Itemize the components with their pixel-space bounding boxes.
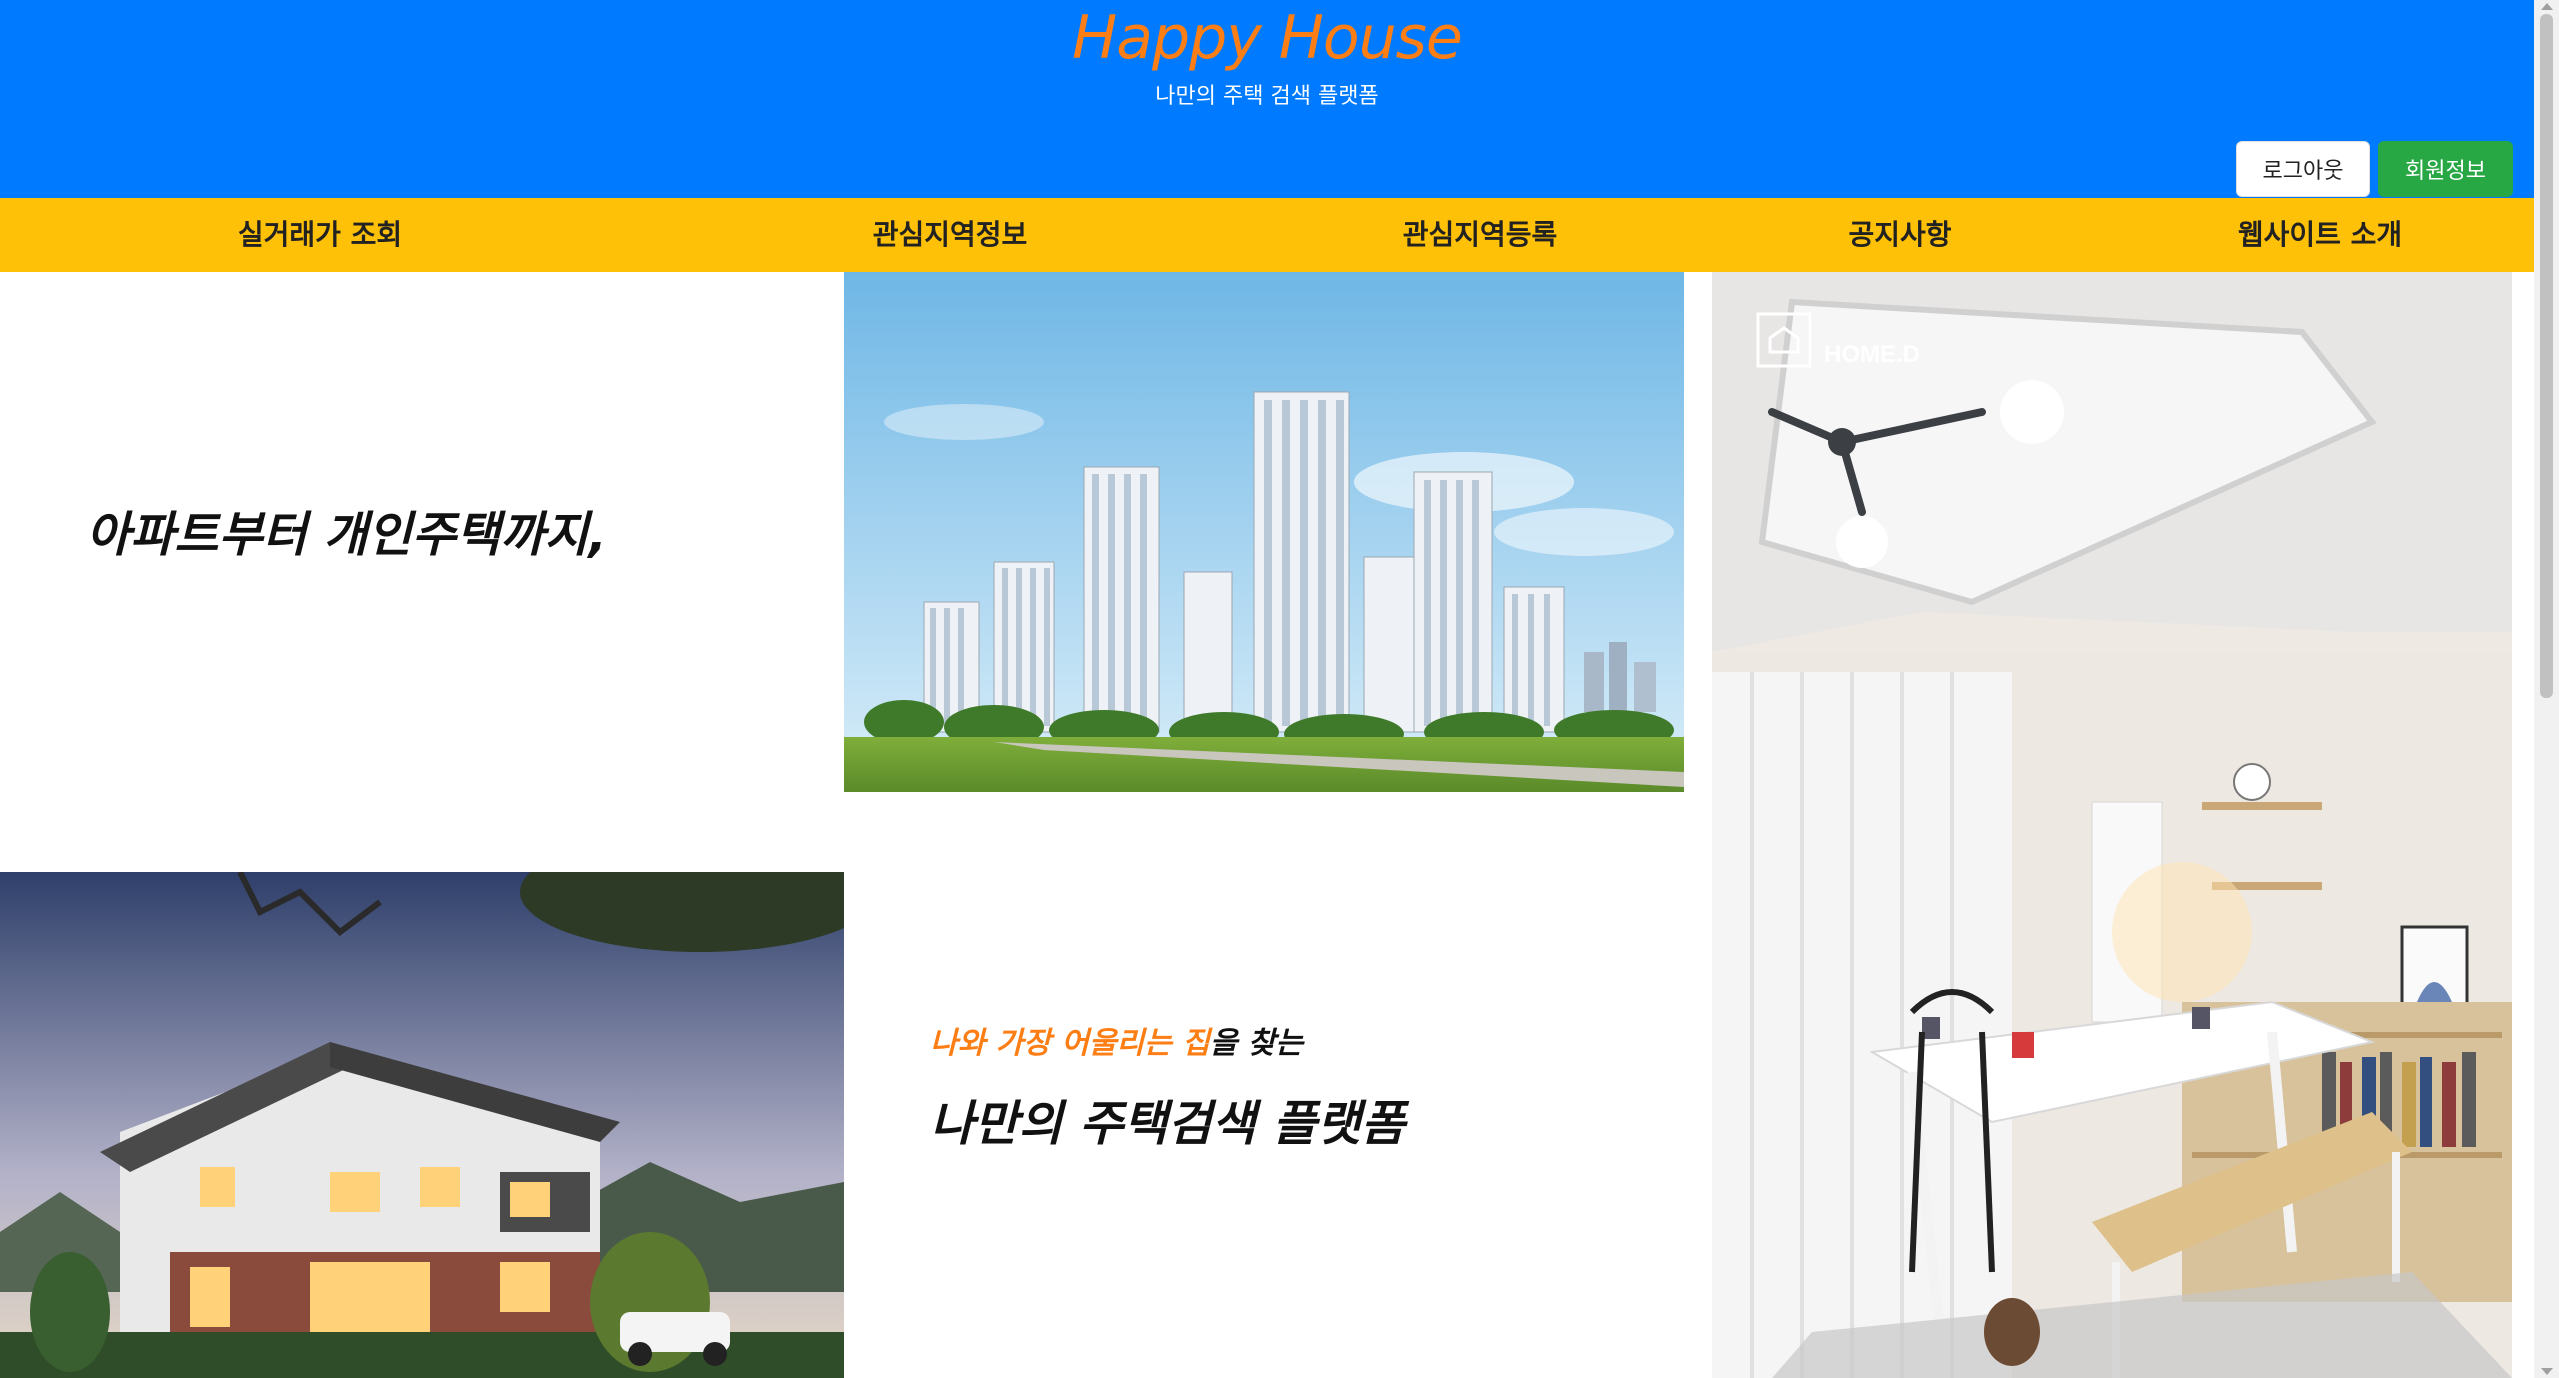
scroll-down-icon[interactable] <box>2541 1368 2553 1375</box>
header: Happy House 나만의 주택 검색 플랫폼 로그아웃 회원정보 <box>0 0 2534 198</box>
nav-item-interest-info[interactable]: 관심지역정보 <box>810 198 1090 272</box>
tagline-big: 나만의 주택검색 플랫폼 <box>930 1096 1406 1152</box>
tagline-rest: 을 찾는 <box>1209 1026 1303 1061</box>
nav-item-real-price[interactable]: 실거래가 조회 <box>180 198 460 272</box>
apartment-image <box>844 272 1684 792</box>
nav-item-interest-register[interactable]: 관심지역등록 <box>1340 198 1620 272</box>
main-nav: 실거래가 조회 관심지역정보 관심지역등록 공지사항 웹사이트 소개 <box>0 198 2534 272</box>
logout-button[interactable]: 로그아웃 <box>2236 141 2370 197</box>
interior-image: HOME.D <box>1712 272 2512 1378</box>
brand-title[interactable]: Happy House <box>0 0 2534 76</box>
hero-heading: 아파트부터 개인주택까지, <box>86 507 607 563</box>
scrollbar[interactable] <box>2534 0 2559 1378</box>
tagline-small: 나와 가장 어울리는 집을 찾는 <box>930 1018 1303 1062</box>
scroll-up-icon[interactable] <box>2541 3 2553 10</box>
nav-item-notice[interactable]: 공지사항 <box>1760 198 2040 272</box>
brand-subtitle: 나만의 주택 검색 플랫폼 <box>1155 84 1379 109</box>
member-info-button[interactable]: 회원정보 <box>2378 141 2513 197</box>
scroll-thumb[interactable] <box>2540 14 2553 698</box>
nav-item-about[interactable]: 웹사이트 소개 <box>2180 198 2460 272</box>
tagline-accent: 나와 가장 어울리는 집 <box>930 1026 1210 1061</box>
home-logo-text: HOME.D <box>1824 341 1920 368</box>
house-image <box>0 872 844 1378</box>
